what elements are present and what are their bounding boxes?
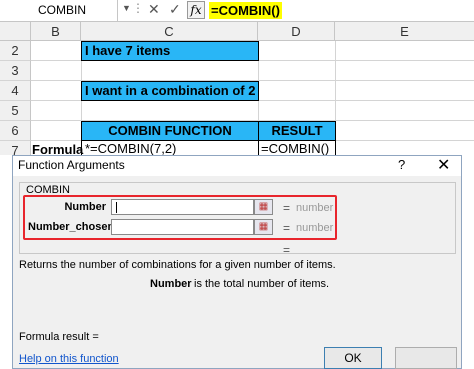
insert-function-button[interactable]: fx — [187, 1, 205, 19]
chevron-down-icon[interactable]: ▼ — [122, 3, 131, 13]
cell-d6[interactable]: RESULT — [258, 121, 336, 141]
cell-c7[interactable]: *=COMBIN(7,2) — [81, 140, 259, 155]
number-chosen-input[interactable] — [111, 219, 254, 235]
number-chosen-label: Number_chosen — [28, 221, 115, 233]
argument-detail-text: is the total number of items. — [194, 278, 330, 290]
help-link[interactable]: Help on this function — [19, 353, 119, 365]
cancel-entry-icon[interactable]: ✕ — [148, 1, 160, 18]
number-input[interactable] — [111, 199, 254, 215]
column-header-b[interactable]: B — [31, 22, 81, 41]
number-label: Number — [64, 201, 106, 213]
equals-sign: = — [283, 201, 291, 215]
row-header-6[interactable]: 6 — [0, 121, 31, 141]
text-caret — [116, 202, 117, 213]
cancel-button[interactable] — [395, 347, 457, 369]
function-description: Returns the number of combinations for a… — [19, 259, 336, 271]
column-header-e[interactable]: E — [335, 22, 474, 41]
drag-handle-icon: ⋮ — [132, 1, 144, 15]
row-header-7[interactable]: 7 — [0, 141, 31, 158]
column-header-d[interactable]: D — [258, 22, 335, 41]
close-icon[interactable]: ✕ — [437, 155, 450, 175]
number-chosen-preview: number — [296, 222, 334, 234]
name-box[interactable]: COMBIN — [0, 0, 118, 21]
help-icon[interactable]: ? — [398, 157, 405, 172]
column-header-c[interactable]: C — [81, 22, 258, 41]
cell-c2[interactable]: I have 7 items — [81, 41, 259, 61]
cell-c4[interactable]: I want in a combination of 2 — [81, 81, 259, 101]
dialog-title: Function Arguments — [18, 158, 125, 172]
range-select-icon[interactable]: ▦ — [254, 219, 273, 235]
row-header-3[interactable]: 3 — [0, 61, 31, 81]
select-all-corner[interactable] — [0, 22, 31, 41]
formula-result-label: Formula result = — [19, 331, 99, 343]
formula-input[interactable]: =COMBIN() — [209, 2, 282, 19]
cell-d7[interactable]: =COMBIN() — [258, 140, 336, 155]
row-header-2[interactable]: 2 — [0, 41, 31, 61]
ok-button[interactable]: OK — [324, 347, 382, 369]
row-header-5[interactable]: 5 — [0, 101, 31, 121]
equals-sign: = — [283, 221, 291, 235]
function-result-equals: = — [283, 243, 291, 257]
cell-c6[interactable]: COMBIN FUNCTION — [81, 121, 259, 141]
argument-detail-name: Number — [150, 278, 192, 290]
range-select-icon[interactable]: ▦ — [254, 199, 273, 215]
number-preview: number — [296, 202, 334, 214]
confirm-entry-icon[interactable]: ✓ — [169, 1, 181, 18]
row-header-4[interactable]: 4 — [0, 81, 31, 101]
